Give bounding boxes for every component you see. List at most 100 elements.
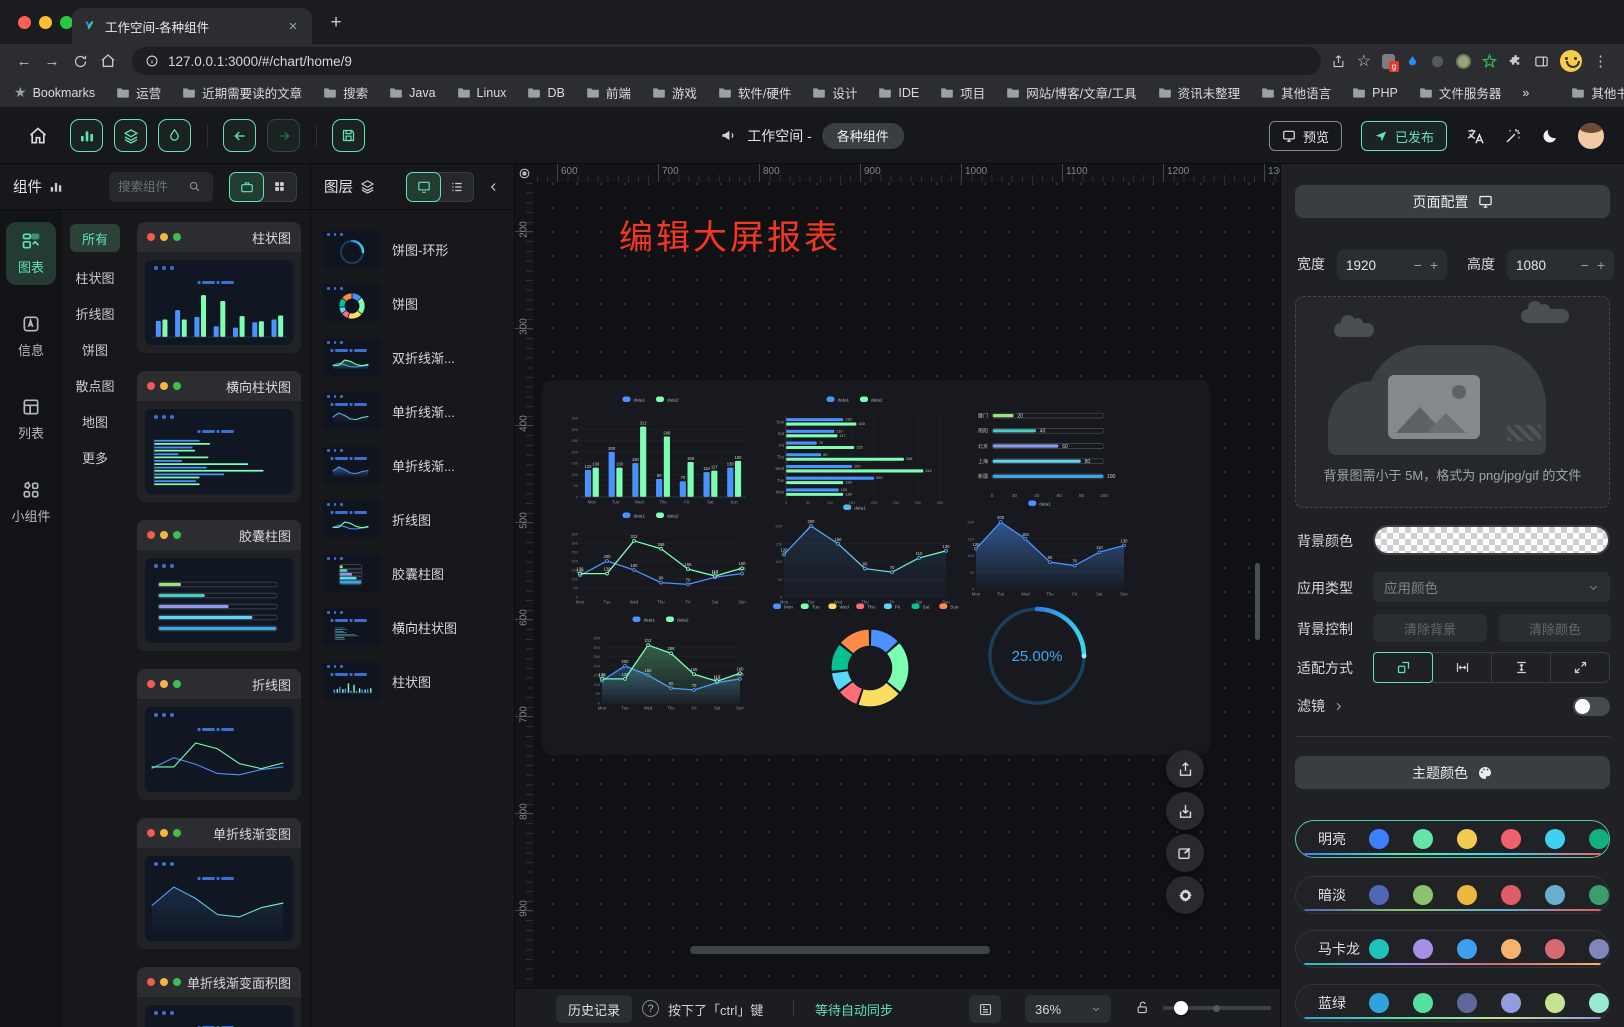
theme-color-dot[interactable] xyxy=(1369,939,1389,959)
single-view-toggle[interactable] xyxy=(230,173,263,201)
category-所有[interactable]: 所有 xyxy=(70,224,120,252)
address-bar[interactable]: 127.0.0.1:3000/#/chart/home/9 xyxy=(132,47,1321,75)
bookmark-folder[interactable]: 项目 xyxy=(940,83,985,102)
reload-icon[interactable] xyxy=(66,47,94,75)
theme-color-dot[interactable] xyxy=(1457,885,1477,905)
redo-button[interactable] xyxy=(267,119,300,152)
layer-item[interactable]: 折线图 xyxy=(323,492,502,546)
chart-line-gradient[interactable]: data1050100150200MonTueWedThuFriSatSun12… xyxy=(764,500,956,610)
rail-item-信息[interactable]: 信息 xyxy=(6,305,56,368)
theme-color-dot[interactable] xyxy=(1413,885,1433,905)
translate-icon[interactable] xyxy=(1466,127,1485,146)
user-avatar[interactable] xyxy=(1578,123,1604,149)
chevron-right-icon[interactable] xyxy=(1333,701,1344,712)
chart-area[interactable]: data1050100150200MonTueWedThuFriSatSun12… xyxy=(956,496,1134,602)
bookmark-folder[interactable]: 设计 xyxy=(812,83,857,102)
bookmark-folder[interactable]: 网站/博客/文章/工具 xyxy=(1006,83,1136,102)
bookmarks-root[interactable]: ★ Bookmarks xyxy=(14,84,95,101)
layer-item[interactable]: 双折线渐... xyxy=(323,330,502,384)
bookmark-folder[interactable]: 游戏 xyxy=(652,83,697,102)
new-tab-button[interactable]: + xyxy=(324,11,348,35)
site-info-icon[interactable] xyxy=(145,54,159,68)
bookmark-folder[interactable]: 文件服务器 xyxy=(1419,83,1502,102)
zoom-select[interactable]: 36% xyxy=(1025,995,1111,1023)
chart-line[interactable]: data1data2050100150200250300350MonTueWed… xyxy=(560,508,752,610)
bookmark-folder[interactable]: Java xyxy=(389,83,435,102)
theme-color-dot[interactable] xyxy=(1457,993,1477,1013)
layer-item[interactable]: 胶囊柱图 xyxy=(323,546,502,600)
lock-icon[interactable] xyxy=(1135,999,1150,1016)
fit-height-button[interactable] xyxy=(1491,652,1551,683)
category-地图[interactable]: 地图 xyxy=(82,403,108,439)
extension-pin-icon[interactable]: g xyxy=(1382,54,1395,69)
category-散点图[interactable]: 散点图 xyxy=(75,367,114,403)
back-icon[interactable]: ← xyxy=(10,47,38,75)
dashboard-preview[interactable]: data1data2050100150200250300350120200150… xyxy=(542,380,1210,755)
minimize-window-button[interactable] xyxy=(39,16,52,29)
theme-row-明亮[interactable]: 明亮 xyxy=(1295,820,1610,858)
search-input[interactable] xyxy=(118,180,184,194)
clear-color-button[interactable]: 清除颜色 xyxy=(1499,614,1611,642)
browser-menu-icon[interactable]: ⋮ xyxy=(1593,52,1608,70)
grid-view-toggle[interactable] xyxy=(263,173,296,201)
layers-thumbnail-toggle[interactable] xyxy=(407,173,440,201)
bookmark-folder[interactable]: DB xyxy=(527,83,564,102)
theme-row-蓝绿[interactable]: 蓝绿 xyxy=(1295,984,1610,1022)
canvas-horizontal-scrollbar[interactable] xyxy=(690,946,990,954)
app-home-icon[interactable] xyxy=(28,126,48,146)
bookmark-folder[interactable]: 软件/硬件 xyxy=(718,83,791,102)
bookmark-folder[interactable]: Linux xyxy=(457,83,507,102)
theme-color-dot[interactable] xyxy=(1589,885,1609,905)
extensions-puzzle-icon[interactable] xyxy=(1508,54,1523,69)
extension-olive-icon[interactable] xyxy=(1456,54,1471,69)
background-upload-area[interactable]: 背景图需小于 5M，格式为 png/jpg/gif 的文件 xyxy=(1295,296,1610,508)
theme-color-dot[interactable] xyxy=(1501,993,1521,1013)
decrement-icon[interactable]: − xyxy=(1581,257,1589,273)
preview-button[interactable]: 预览 xyxy=(1269,121,1342,151)
layer-item[interactable]: 单折线渐... xyxy=(323,384,502,438)
bookmark-folder[interactable]: IDE xyxy=(878,83,919,102)
layer-item[interactable]: 饼图-环形 xyxy=(323,222,502,276)
category-柱状图[interactable]: 柱状图 xyxy=(75,259,114,295)
component-card[interactable]: 横向柱状图 xyxy=(137,371,301,502)
profile-avatar[interactable] xyxy=(1560,50,1582,72)
bg-color-swatch[interactable] xyxy=(1373,525,1610,555)
undo-button[interactable] xyxy=(223,119,256,152)
component-card[interactable]: 柱状图 xyxy=(137,222,301,353)
theme-color-dot[interactable] xyxy=(1369,829,1389,849)
readme-button[interactable] xyxy=(969,995,1001,1023)
close-window-button[interactable] xyxy=(18,16,31,29)
theme-color-dot[interactable] xyxy=(1369,885,1389,905)
theme-color-dot[interactable] xyxy=(1589,993,1609,1013)
import-button[interactable] xyxy=(1166,792,1204,830)
bookmark-folder[interactable]: 搜索 xyxy=(323,83,368,102)
bookmark-folder[interactable]: PHP xyxy=(1352,83,1398,102)
tab-close-icon[interactable]: × xyxy=(284,18,302,35)
layer-item[interactable]: 单折线渐... xyxy=(323,438,502,492)
theme-color-dot[interactable] xyxy=(1545,939,1565,959)
ruler-corner-eye-icon[interactable] xyxy=(515,164,533,182)
theme-color-dot[interactable] xyxy=(1589,829,1609,849)
theme-color-dot[interactable] xyxy=(1457,829,1477,849)
theme-color-dot[interactable] xyxy=(1501,939,1521,959)
extension-drop-icon[interactable] xyxy=(1406,54,1419,69)
theme-row-暗淡[interactable]: 暗淡 xyxy=(1295,876,1610,914)
theme-color-dot[interactable] xyxy=(1545,829,1565,849)
magic-wand-icon[interactable] xyxy=(1504,127,1522,145)
browser-tab[interactable]: 工作空间-各种组件 × xyxy=(72,8,312,44)
page-config-section-button[interactable]: 页面配置 xyxy=(1295,185,1610,218)
component-card[interactable]: 单折线渐变图 xyxy=(137,818,301,949)
clear-background-button[interactable]: 清除背景 xyxy=(1373,614,1487,642)
fit-width-button[interactable] xyxy=(1432,652,1492,683)
share-icon[interactable] xyxy=(1331,54,1346,69)
rail-item-小组件[interactable]: 小组件 xyxy=(6,471,56,534)
publish-button[interactable]: 已发布 xyxy=(1361,121,1447,151)
layer-item[interactable]: 饼图 xyxy=(323,276,502,330)
forward-icon[interactable]: → xyxy=(38,47,66,75)
save-button[interactable] xyxy=(332,119,365,152)
zoom-slider-knob[interactable] xyxy=(1174,1001,1188,1015)
theme-row-马卡龙[interactable]: 马卡龙 xyxy=(1295,930,1610,968)
theme-color-section-button[interactable]: 主题颜色 xyxy=(1295,756,1610,789)
dark-mode-moon-icon[interactable] xyxy=(1541,127,1559,145)
zoom-slider[interactable] xyxy=(1163,1006,1271,1010)
